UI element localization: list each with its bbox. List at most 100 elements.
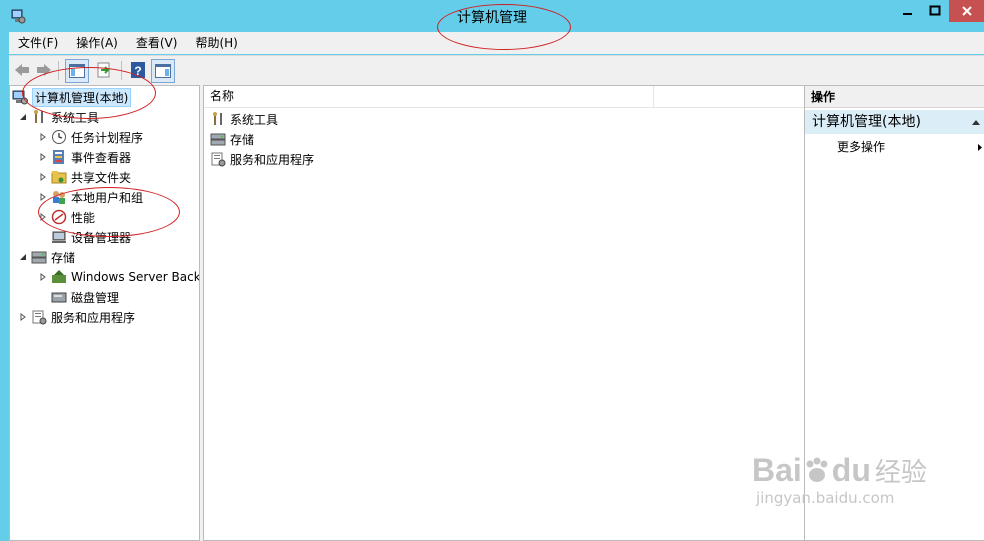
show-hide-tree-button[interactable] [65,59,89,83]
paw-icon [806,457,828,482]
expand-icon[interactable] [38,212,48,222]
list-item-label: 系统工具 [230,112,279,127]
menu-action[interactable]: 操作(A) [67,32,127,54]
disk-icon [51,292,67,303]
minimize-icon [903,13,912,15]
tree-label: 性能 [71,210,96,225]
list-item[interactable]: 服务和应用程序 [210,149,314,169]
help-button[interactable]: ? [127,59,149,81]
console-tree-icon [69,64,85,78]
list-item[interactable]: 存储 [210,129,254,149]
storage-icon [210,133,226,146]
tree-label: 共享文件夹 [71,170,132,185]
close-button[interactable] [949,0,984,22]
expand-icon[interactable] [38,172,48,182]
menu-view[interactable]: 查看(V) [127,32,187,54]
show-hide-action-pane-button[interactable] [151,59,175,83]
performance-icon [51,209,67,225]
more-actions-item[interactable]: 更多操作 [837,138,984,156]
window-title: 计算机管理 [457,10,527,26]
tree-label: 服务和应用程序 [51,310,136,325]
export-icon [97,62,110,78]
expand-icon[interactable] [18,312,28,322]
tools-icon [213,112,222,125]
tree-item-disk-management[interactable]: 磁盘管理 [51,287,119,307]
forward-arrow-icon [37,64,51,76]
watermark-cn: 经验 [874,458,927,488]
backup-icon [52,270,66,283]
tree-label: 系统工具 [51,110,100,125]
shared-folder-icon [51,171,67,184]
tree-label: 设备管理器 [71,230,132,245]
back-button[interactable] [11,59,33,81]
expand-icon[interactable] [38,152,48,162]
results-list: 名称 系统工具 存储 服务和应用程序 [203,85,807,541]
list-header: 名称 [204,86,806,108]
tree-item-performance[interactable]: 性能 [38,207,95,227]
close-icon [961,6,972,16]
forward-button[interactable] [33,59,55,81]
menu-file[interactable]: 文件(F) [9,32,67,54]
chevron-right-icon [978,144,982,151]
tree-item-device-manager[interactable]: 设备管理器 [51,227,131,247]
collapse-icon[interactable] [18,252,28,262]
tree-label: 计算机管理(本地) [32,87,132,107]
console-tree: 计算机管理(本地) 系统工具 任务计划程序 事件查看器 共享文件夹 本地用户和组 [9,85,200,541]
event-viewer-icon [53,150,64,164]
menu-help[interactable]: 帮助(H) [186,32,246,54]
maximize-icon [929,5,941,16]
collapse-icon[interactable] [18,112,28,122]
actions-header: 操作 [805,86,984,108]
tree-label: 事件查看器 [71,150,132,165]
help-icon: ? [131,62,145,78]
tree-item-computer-management[interactable]: 计算机管理(本地) [12,87,132,107]
tree-item-services-applications[interactable]: 服务和应用程序 [18,307,135,327]
tree-item-storage[interactable]: 存储 [18,247,75,267]
actions-section-label: 计算机管理(本地) [812,114,921,130]
toolbar-separator [58,61,59,80]
actions-section-computer-management[interactable]: 计算机管理(本地) [805,110,984,134]
tools-icon [34,110,43,123]
toolbar-separator [121,61,122,80]
list-item-label: 服务和应用程序 [230,152,315,167]
maximize-button[interactable] [922,0,948,22]
tree-item-event-viewer[interactable]: 事件查看器 [38,147,131,167]
list-item[interactable]: 系统工具 [210,109,278,129]
expand-icon[interactable] [38,132,48,142]
expand-icon[interactable] [38,272,48,282]
clock-icon [52,130,66,144]
menu-bar: 文件(F) 操作(A) 查看(V) 帮助(H) [9,32,984,54]
column-header-name[interactable]: 名称 [204,86,654,107]
device-manager-icon [52,231,66,243]
tree-label: 磁盘管理 [71,290,120,305]
tree-label: Windows Server Back [71,270,200,284]
svg-text:?: ? [134,64,141,78]
action-pane-icon [155,64,171,78]
expand-icon[interactable] [38,192,48,202]
services-icon [32,310,47,325]
watermark-url: jingyan.baidu.com [756,489,895,507]
baidu-watermark: Bai du 经验 jingyan.baidu.com [752,452,927,507]
tree-label: 任务计划程序 [71,130,144,145]
tree-label: 本地用户和组 [71,190,144,205]
list-item-label: 存储 [230,132,255,147]
services-icon [211,152,226,167]
computer-management-icon [12,90,28,105]
back-arrow-icon [15,64,29,76]
users-icon [53,191,65,204]
tree-item-local-users-groups[interactable]: 本地用户和组 [38,187,143,207]
minimize-button[interactable] [895,0,921,22]
storage-icon [31,251,47,264]
tree-item-system-tools[interactable]: 系统工具 [18,107,99,127]
toolbar: ? [9,55,984,86]
export-list-button[interactable] [93,59,115,81]
tree-item-shared-folders[interactable]: 共享文件夹 [38,167,131,187]
tree-item-windows-server-backup[interactable]: Windows Server Back [38,267,200,287]
watermark-brand: Bai [752,452,802,488]
tree-item-task-scheduler[interactable]: 任务计划程序 [38,127,143,147]
tree-label: 存储 [51,250,76,265]
title-bar[interactable]: 计算机管理 [0,0,984,32]
more-actions-label: 更多操作 [837,140,886,154]
collapse-up-icon[interactable] [971,118,981,126]
watermark-brand-2: du [831,452,871,488]
